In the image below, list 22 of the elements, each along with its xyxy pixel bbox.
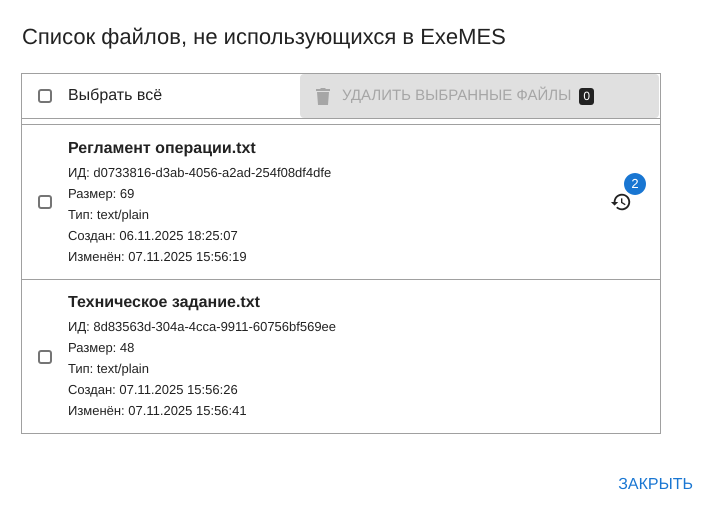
checkbox[interactable] xyxy=(38,350,52,364)
checkbox[interactable] xyxy=(38,89,52,103)
file-detail: Создан: 07.11.2025 15:56:26 xyxy=(68,381,239,399)
file-name: Регламент операции.txt xyxy=(68,138,257,158)
file-detail: ИД: d0733816-d3ab-4056-a2ad-254f08df4dfe xyxy=(68,164,332,182)
close-button[interactable]: ЗАКРЫТЬ xyxy=(610,470,701,500)
count-badge: 2 xyxy=(624,173,646,195)
history-icon xyxy=(610,191,632,213)
file-detail: Размер: 48 xyxy=(68,339,136,357)
file-name: Техническое задание.txt xyxy=(68,293,261,313)
file-detail: Размер: 69 xyxy=(68,184,136,203)
trash-icon xyxy=(316,87,330,105)
file-detail: Изменён: 07.11.2025 15:56:41 xyxy=(68,402,248,420)
file-detail: Тип: text/plain xyxy=(68,360,150,378)
checkbox[interactable] xyxy=(38,195,52,209)
file-detail: Тип: text/plain xyxy=(68,206,150,224)
count-badge: 0 xyxy=(579,88,594,104)
select-all-label: Выбрать всё xyxy=(68,86,162,106)
file-detail: ИД: 8d83563d-304a-4cca-9911-60756bf569ee xyxy=(68,318,336,336)
dialog-title: Список файлов, не использующихся в ExeMES xyxy=(22,23,506,51)
file-detail: Создан: 06.11.2025 18:25:07 xyxy=(68,226,239,245)
file-detail: Изменён: 07.11.2025 15:56:19 xyxy=(68,248,248,266)
